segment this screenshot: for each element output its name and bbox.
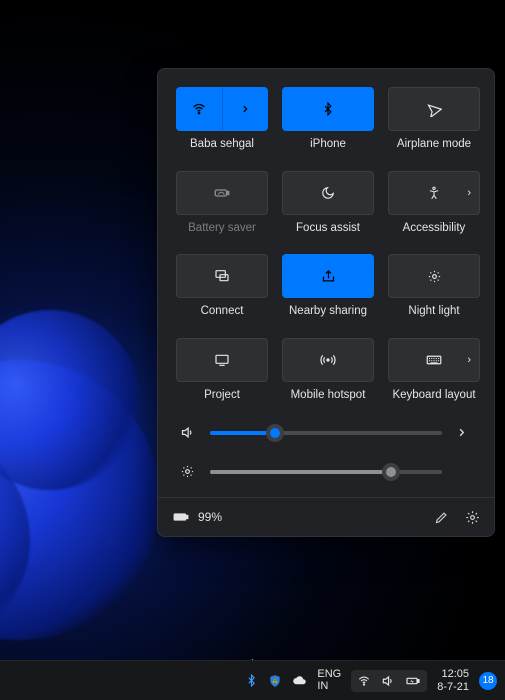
airplane-tile[interactable] xyxy=(388,87,480,131)
tray-wifi[interactable] xyxy=(357,674,371,688)
connect-tile[interactable] xyxy=(176,254,268,298)
night-light-tile[interactable] xyxy=(388,254,480,298)
bluetooth-tile[interactable] xyxy=(282,87,374,131)
hotspot-icon xyxy=(320,352,336,368)
taskbar: ENG IN 12:05 8-7-21 18 xyxy=(0,660,505,700)
chevron-right-icon xyxy=(456,427,467,438)
volume-icon[interactable] xyxy=(178,425,196,440)
hotspot-label: Mobile hotspot xyxy=(291,390,366,402)
wifi-icon xyxy=(191,101,207,117)
wifi-label: Baba sehgal xyxy=(190,139,254,151)
night-light-label: Night light xyxy=(408,306,459,318)
quick-settings-grid: Baba sehgal iPhone Airplane mode Battery… xyxy=(176,87,476,413)
edit-button[interactable] xyxy=(434,510,449,525)
battery-saver-tile[interactable] xyxy=(176,171,268,215)
cloud-icon xyxy=(292,673,307,688)
lang-top: ENG xyxy=(317,669,341,681)
chevron-right-icon xyxy=(240,104,250,114)
focus-assist-label: Focus assist xyxy=(296,223,360,235)
wifi-toggle[interactable] xyxy=(177,88,222,130)
bluetooth-icon xyxy=(321,102,335,116)
connect-label: Connect xyxy=(201,306,244,318)
project-tile[interactable] xyxy=(176,338,268,382)
accessibility-label: Accessibility xyxy=(403,223,466,235)
volume-slider[interactable] xyxy=(210,431,442,435)
accessibility-tile[interactable]: › xyxy=(388,171,480,215)
pencil-icon xyxy=(434,510,449,525)
hotspot-tile[interactable] xyxy=(282,338,374,382)
nearby-sharing-label: Nearby sharing xyxy=(289,306,367,318)
cast-icon xyxy=(214,268,230,284)
airplane-label: Airplane mode xyxy=(397,139,471,151)
battery-saver-label: Battery saver xyxy=(188,223,256,235)
moon-icon xyxy=(321,186,335,200)
notifications-badge[interactable]: 18 xyxy=(479,672,497,690)
chevron-right-icon: › xyxy=(467,187,471,199)
clock[interactable]: 12:05 8-7-21 xyxy=(437,668,469,692)
wifi-tile[interactable] xyxy=(176,87,268,131)
clock-date: 8-7-21 xyxy=(437,681,469,693)
wifi-expand[interactable] xyxy=(222,88,268,130)
chevron-right-icon: › xyxy=(467,354,471,366)
tray-onedrive[interactable] xyxy=(292,673,307,688)
volume-output-expand[interactable] xyxy=(456,427,474,438)
bluetooth-label: iPhone xyxy=(310,139,346,151)
nearby-sharing-tile[interactable] xyxy=(282,254,374,298)
settings-button[interactable] xyxy=(465,510,480,525)
battery-percent: 99% xyxy=(198,510,222,524)
panel-footer: 99% xyxy=(158,497,494,536)
project-label: Project xyxy=(204,390,240,402)
night-light-icon xyxy=(427,269,442,284)
keyboard-layout-tile[interactable]: › xyxy=(388,338,480,382)
system-tray-group[interactable] xyxy=(351,670,427,692)
project-icon xyxy=(214,352,230,368)
bluetooth-icon xyxy=(245,674,258,687)
tray-battery[interactable] xyxy=(405,673,421,689)
gear-icon xyxy=(465,510,480,525)
volume-row xyxy=(176,419,476,446)
focus-assist-tile[interactable] xyxy=(282,171,374,215)
volume-icon xyxy=(381,674,395,688)
shield-warning-icon xyxy=(268,674,282,688)
accessibility-icon xyxy=(427,186,441,200)
keyboard-layout-label: Keyboard layout xyxy=(392,390,475,402)
battery-saver-icon xyxy=(213,184,231,202)
share-icon xyxy=(321,269,336,284)
lang-bottom: IN xyxy=(317,681,328,693)
wifi-icon xyxy=(357,674,371,688)
quick-settings-panel: Baba sehgal iPhone Airplane mode Battery… xyxy=(157,68,495,537)
keyboard-icon xyxy=(425,351,443,369)
brightness-slider[interactable] xyxy=(210,470,442,474)
tray-bluetooth[interactable] xyxy=(245,674,258,687)
airplane-icon xyxy=(426,101,442,117)
tray-security-warning[interactable] xyxy=(268,674,282,688)
tray-volume[interactable] xyxy=(381,674,395,688)
battery-charging-icon xyxy=(405,673,421,689)
language-switch[interactable]: ENG IN xyxy=(317,669,341,692)
clock-time: 12:05 xyxy=(441,668,469,680)
battery-icon xyxy=(172,508,190,526)
brightness-row: · xyxy=(176,458,476,485)
brightness-icon[interactable] xyxy=(178,464,196,479)
